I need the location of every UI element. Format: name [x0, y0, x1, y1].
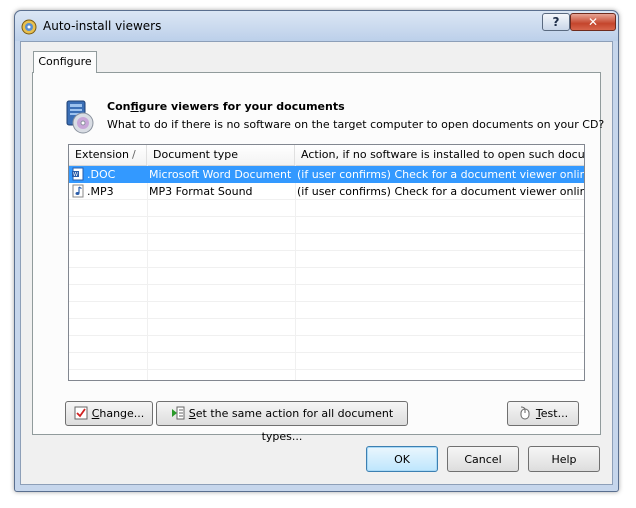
header-subtitle: What to do if there is no software on th…: [107, 118, 605, 131]
grid-line: [69, 301, 584, 302]
change-button[interactable]: Change...: [65, 401, 153, 426]
same-action-all-button[interactable]: Set the same action for all document typ…: [156, 401, 408, 443]
apply-all-icon: [171, 406, 185, 420]
tab-configure[interactable]: Configure: [33, 51, 97, 73]
grid-line: [69, 335, 584, 336]
row-extension: .DOC: [87, 168, 116, 181]
app-cd-icon: [21, 19, 37, 35]
row-document-type: Microsoft Word Document: [149, 168, 292, 181]
help-button[interactable]: Help: [528, 446, 600, 472]
svg-text:W: W: [73, 172, 78, 178]
test-button[interactable]: Test...: [507, 401, 579, 426]
column-header-document-type[interactable]: Document type: [147, 145, 295, 165]
grid-line: [69, 250, 584, 251]
checklist-icon: [74, 406, 88, 420]
list-item-doc[interactable]: W .DOC Microsoft Word Document (if user …: [69, 166, 584, 183]
title-bar[interactable]: Auto-install viewers ? ✕: [15, 11, 618, 41]
dialog-client-area: Configure Configure viewers for your doc…: [20, 41, 613, 485]
dialog-window: Auto-install viewers ? ✕ Configure Confi…: [14, 10, 619, 492]
cancel-button[interactable]: Cancel: [447, 446, 519, 472]
row-action: (if user confirms) Check for a document …: [297, 185, 584, 198]
column-header-extension[interactable]: Extension /: [69, 145, 147, 165]
grid-line: [69, 318, 584, 319]
title-help-button[interactable]: ?: [542, 13, 570, 31]
list-header: Extension / Document type Action, if no s…: [69, 145, 584, 166]
viewer-config-icon: [66, 100, 94, 134]
grid-line: [69, 216, 584, 217]
sort-indicator-icon: /: [132, 148, 136, 161]
audio-note-icon: [72, 184, 84, 198]
document-types-list[interactable]: Extension / Document type Action, if no s…: [68, 144, 585, 381]
row-document-type: MP3 Format Sound: [149, 185, 253, 198]
grid-line: [69, 267, 584, 268]
grid-line: [69, 352, 584, 353]
header-title: Configure viewers for your documents: [107, 100, 345, 113]
ok-button[interactable]: OK: [366, 446, 438, 472]
row-action: (if user confirms) Check for a document …: [297, 168, 584, 181]
word-doc-icon: W: [72, 167, 84, 181]
grid-line: [69, 369, 584, 370]
row-extension: .MP3: [87, 185, 114, 198]
window-title: Auto-install viewers: [43, 19, 162, 33]
grid-line: [69, 284, 584, 285]
grid-line: [69, 233, 584, 234]
mouse-pointer-icon: [520, 406, 530, 420]
title-close-button[interactable]: ✕: [570, 13, 616, 31]
column-header-action[interactable]: Action, if no software is installed to o…: [295, 145, 584, 165]
list-item-mp3[interactable]: .MP3 MP3 Format Sound (if user confirms)…: [69, 183, 584, 200]
